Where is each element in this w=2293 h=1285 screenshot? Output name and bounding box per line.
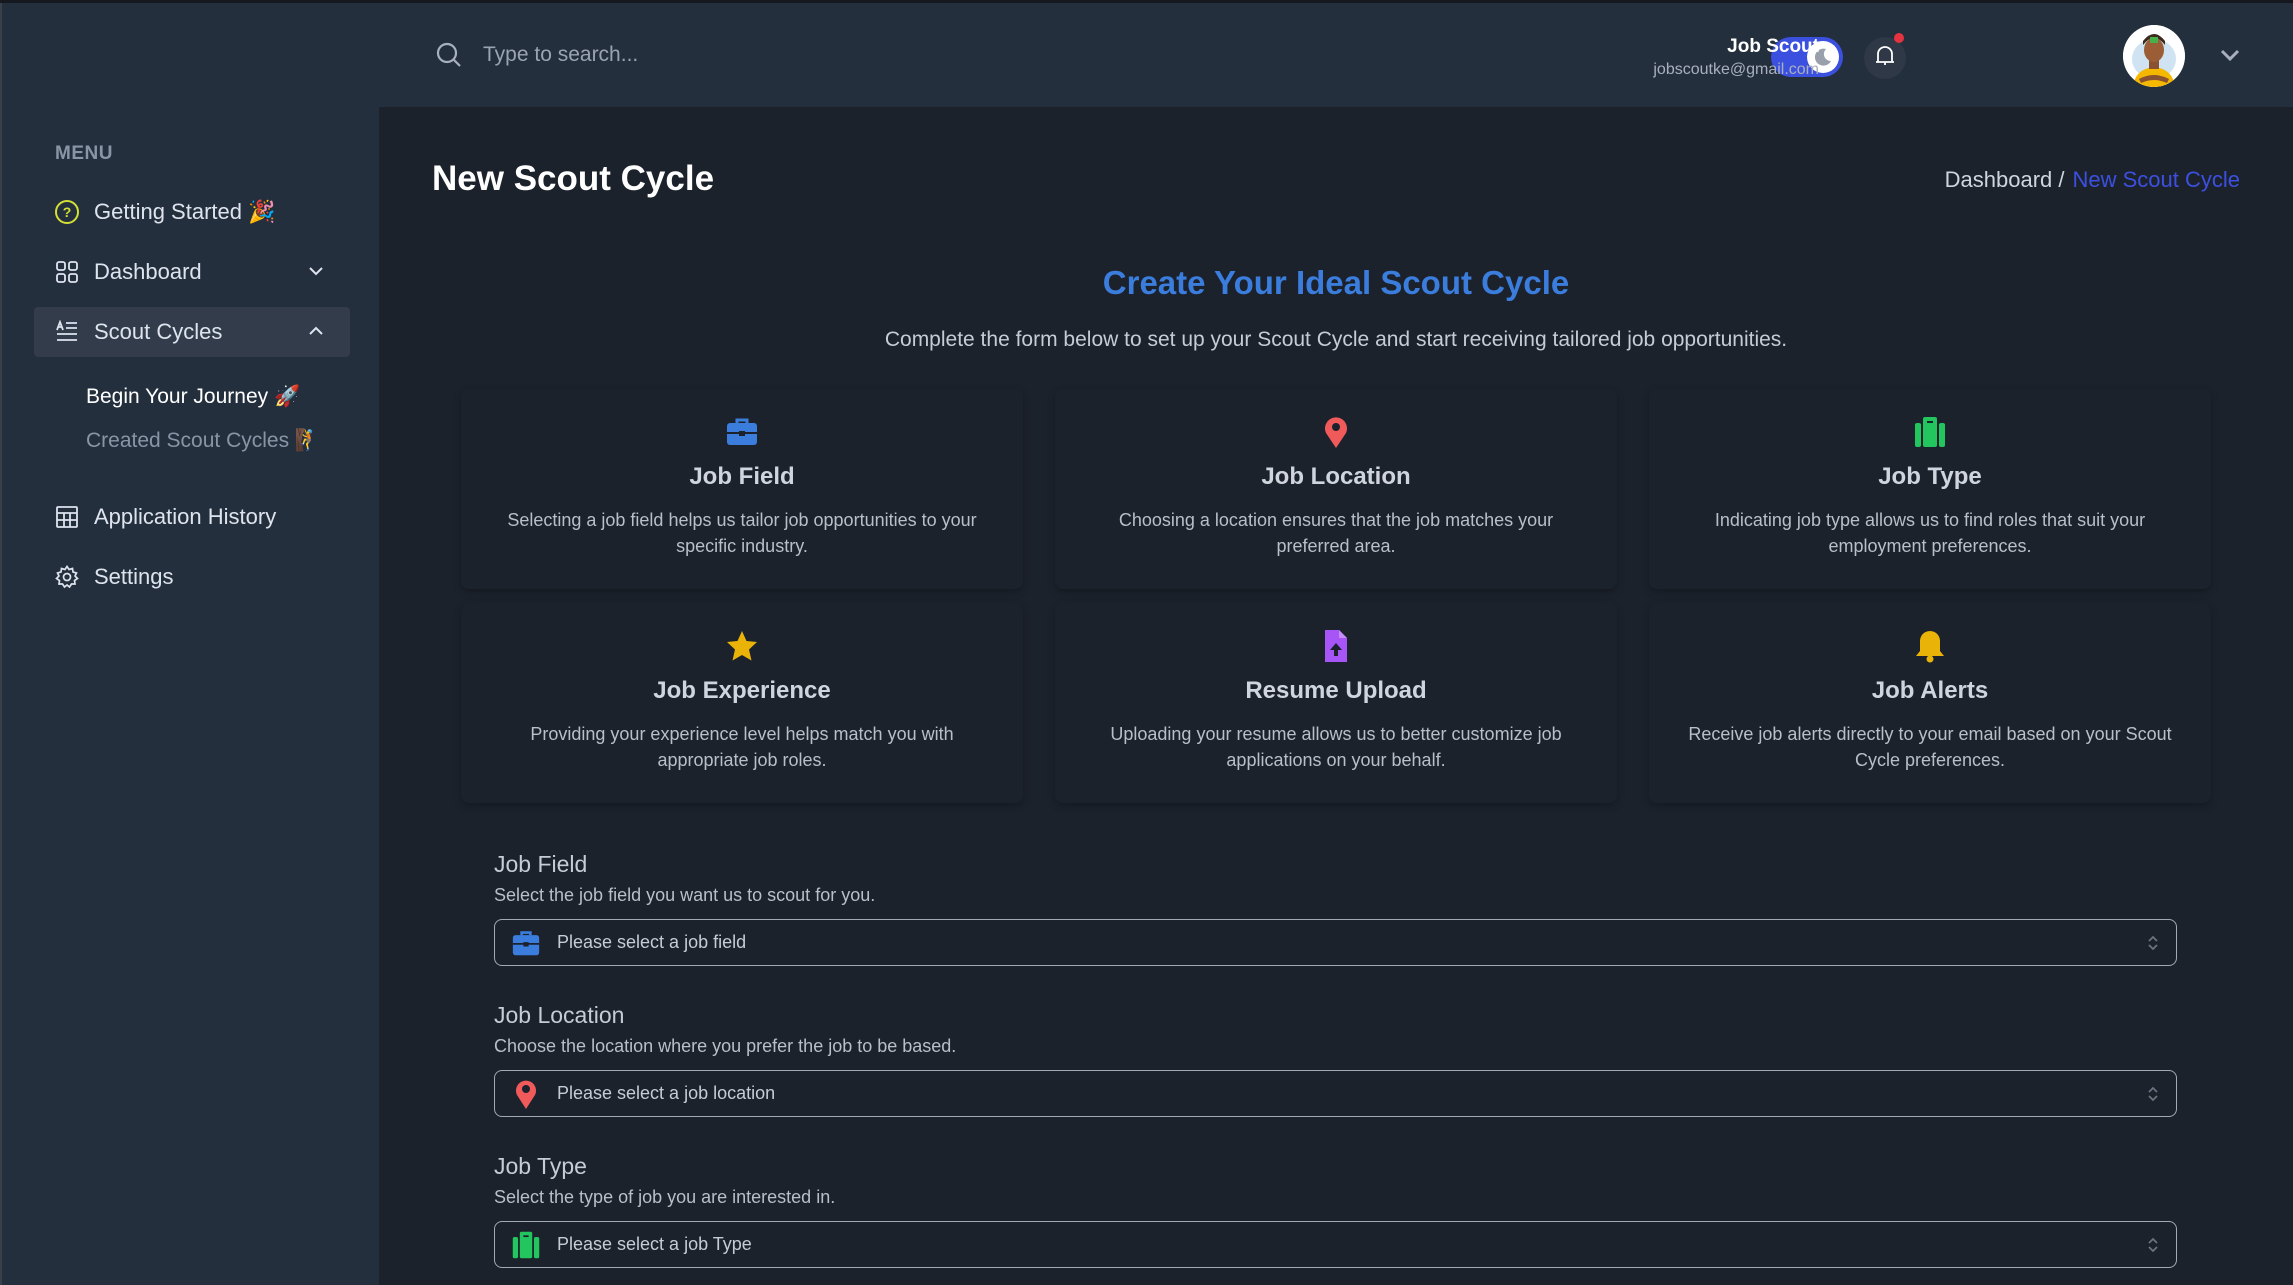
svg-text:?: ? <box>63 204 72 220</box>
user-email: jobscoutke@gmail.com <box>1653 61 1819 78</box>
briefcase-icon <box>725 415 759 449</box>
feature-desc: Providing your experience level helps ma… <box>530 724 954 770</box>
job-field-help: Select the job field you want us to scou… <box>494 885 876 905</box>
job-field-label: Job Field <box>494 851 588 877</box>
sidebar-item-settings[interactable]: Settings <box>34 552 350 602</box>
feature-title: Resume Upload <box>1245 677 1427 704</box>
feature-desc: Selecting a job field helps us tailor jo… <box>507 510 977 556</box>
sidebar-item-label: Dashboard <box>94 259 202 284</box>
question-circle-icon: ? <box>54 199 80 225</box>
avatar[interactable] <box>2123 25 2185 87</box>
select-placeholder: Please select a job field <box>557 932 747 952</box>
map-pin-icon <box>1319 415 1353 449</box>
feature-desc: Uploading your resume allows us to bette… <box>1110 724 1562 770</box>
feature-desc: Receive job alerts directly to your emai… <box>1688 724 2172 770</box>
menu-label: MENU <box>55 143 113 164</box>
list-icon <box>54 319 80 345</box>
job-type-select[interactable]: Please select a job Type <box>494 1221 2177 1268</box>
feature-desc: Indicating job type allows us to find ro… <box>1714 510 2146 556</box>
top-header: Job Scout jobscoutke@gmail.com <box>379 3 2293 107</box>
bell-icon <box>1874 44 1896 73</box>
hero-title: Create Your Ideal Scout Cycle <box>1102 264 1570 301</box>
job-type-label: Job Type <box>494 1153 587 1179</box>
hero-subtitle: Complete the form below to set up your S… <box>884 328 1788 351</box>
sidebar-item-label: Application History <box>94 504 277 529</box>
feature-desc: Choosing a location ensures that the job… <box>1118 510 1554 556</box>
sidebar-item-dashboard[interactable]: Dashboard <box>34 247 350 297</box>
chevron-up-icon[interactable] <box>306 321 326 341</box>
search-input[interactable] <box>483 33 983 77</box>
file-upload-icon <box>1319 629 1353 663</box>
feature-title: Job Experience <box>653 677 831 704</box>
select-placeholder: Please select a job Type <box>557 1234 752 1254</box>
notifications-button[interactable] <box>1864 33 1906 79</box>
page-title: New Scout Cycle <box>432 159 715 198</box>
feature-card-job-location: Job Location Choosing a location ensures… <box>1055 389 1617 589</box>
job-location-help: Choose the location where you prefer the… <box>494 1036 957 1056</box>
gear-icon <box>54 564 80 590</box>
sidebar-item-scout-cycles[interactable]: Scout Cycles <box>34 307 350 357</box>
map-pin-icon <box>511 1079 541 1109</box>
sidebar-item-label: Scout Cycles <box>94 319 223 344</box>
sub-item-created-scout-cycles[interactable]: Created Scout Cycles 🧗 <box>86 429 321 453</box>
breadcrumb-current: New Scout Cycle <box>2072 167 2240 192</box>
notification-badge <box>1894 33 1904 43</box>
select-caret-icon <box>2146 933 2160 953</box>
feature-title: Job Location <box>1261 463 1411 490</box>
breadcrumb: Dashboard / New Scout Cycle <box>1945 167 2240 193</box>
briefcase-icon <box>511 928 541 958</box>
table-icon <box>54 504 80 530</box>
bell-icon <box>1913 629 1947 663</box>
feature-card-job-experience: Job Experience Providing your experience… <box>461 603 1023 803</box>
select-placeholder: Please select a job location <box>557 1083 776 1103</box>
select-caret-icon <box>2146 1235 2160 1255</box>
job-location-select[interactable]: Please select a job location <box>494 1070 2177 1117</box>
feature-card-resume-upload: Resume Upload Uploading your resume allo… <box>1055 603 1617 803</box>
feature-card-job-field: Job Field Selecting a job field helps us… <box>461 389 1023 589</box>
sidebar-item-label: Getting Started 🎉 <box>94 199 276 224</box>
sidebar: MENU ? Getting Started 🎉 Dashboard Scout… <box>0 3 379 1285</box>
feature-title: Job Field <box>689 463 795 490</box>
grid-icon <box>54 259 80 285</box>
job-location-label: Job Location <box>494 1002 625 1028</box>
feature-card-job-type: Job Type Indicating job type allows us t… <box>1649 389 2211 589</box>
sidebar-item-label: Settings <box>94 564 174 589</box>
search-icon[interactable] <box>435 41 463 69</box>
chevron-down-icon[interactable] <box>306 261 326 281</box>
sub-item-begin-your-journey[interactable]: Begin Your Journey 🚀 <box>86 385 300 409</box>
select-caret-icon <box>2146 1084 2160 1104</box>
breadcrumb-dashboard[interactable]: Dashboard / <box>1945 167 2065 193</box>
feature-card-job-alerts: Job Alerts Receive job alerts directly t… <box>1649 603 2211 803</box>
feature-title: Job Type <box>1878 463 1982 490</box>
sidebar-item-getting-started[interactable]: ? Getting Started 🎉 <box>34 187 350 237</box>
suitcase-icon <box>511 1230 541 1260</box>
sidebar-item-application-history[interactable]: Application History <box>34 492 350 542</box>
chevron-down-icon[interactable] <box>2218 45 2242 65</box>
job-field-select[interactable]: Please select a job field <box>494 919 2177 966</box>
feature-title: Job Alerts <box>1871 677 1989 704</box>
star-icon <box>725 629 759 663</box>
suitcase-icon <box>1913 415 1947 449</box>
user-name: Job Scout <box>1727 36 1819 57</box>
job-type-help: Select the type of job you are intereste… <box>494 1187 836 1207</box>
main-content: New Scout Cycle Dashboard / New Scout Cy… <box>379 107 2293 1285</box>
